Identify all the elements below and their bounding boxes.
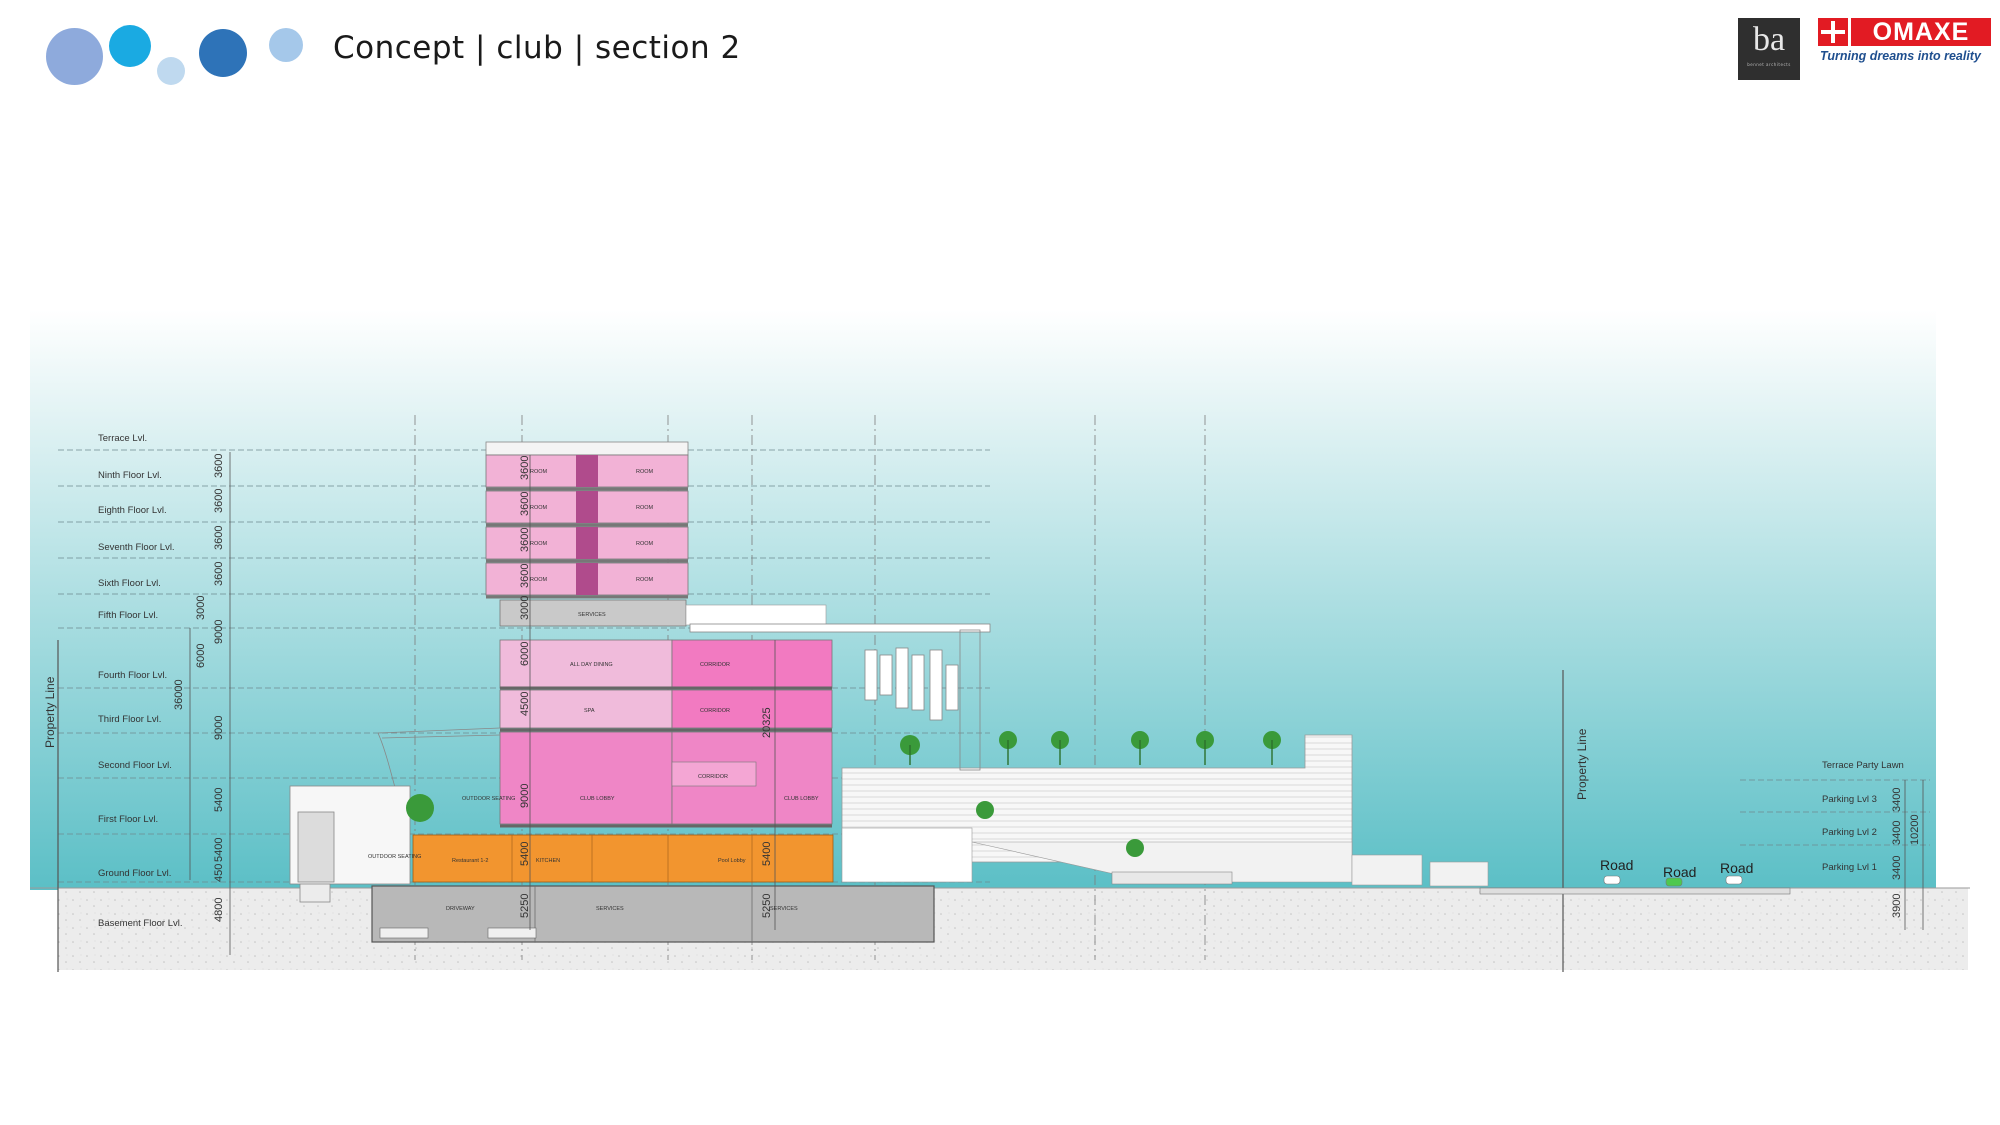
dimension-label: 3600 [519,564,531,588]
dimension-label: 450 [213,864,225,882]
room-label: ROOM [530,505,548,511]
right-level-label: Terrace Party Lawn [1822,760,1904,771]
room-label: ROOM [530,469,548,475]
level-label: Fifth Floor Lvl. [98,610,158,621]
right-level-label: Parking Lvl 1 [1822,862,1877,873]
dimension-label: 36000 [173,679,185,710]
road-label: Road [1663,864,1696,880]
level-label: Terrace Lvl. [98,433,147,444]
dimension-label: 4500 [519,692,531,716]
dimension-label: 5400 [519,842,531,866]
basement [371,885,935,943]
room-label: Restaurant 1-2 [452,858,488,864]
level-label: Ninth Floor Lvl. [98,470,162,481]
dimension-label: 5250 [519,894,531,918]
dimension-label: 3600 [519,456,531,480]
room-label: KITCHEN [536,858,560,864]
dimension-label: 5400 [213,838,225,862]
dimension-label: 4800 [213,898,225,922]
dimension-label: 3900 [1891,894,1903,918]
property-line-label: Property Line [43,676,57,748]
dimension-label: 3600 [213,562,225,586]
room-label: SERVICES [596,906,624,912]
dimension-label: 3400 [1891,821,1903,845]
room-label: OUTDOOR SEATING [368,854,421,860]
dimension-label: 5400 [761,842,773,866]
right-level-label: Parking Lvl 3 [1822,794,1877,805]
room-label: ROOM [636,505,654,511]
level-label: Fourth Floor Lvl. [98,670,167,681]
level-label: Eighth Floor Lvl. [98,505,167,516]
dimension-label: 3000 [519,596,531,620]
room-label: SPA [584,708,595,714]
room-label: ROOM [530,577,548,583]
room-label: OUTDOOR SEATING [462,796,515,802]
tower-room-floors [485,441,689,599]
level-label: Third Floor Lvl. [98,714,161,725]
road-label: Road [1720,860,1753,876]
dimension-label: 3600 [213,526,225,550]
room-label: Pool Lobby [718,858,746,864]
dimension-label: 3600 [213,489,225,513]
level-label: First Floor Lvl. [98,814,158,825]
room-label: DRIVEWAY [446,906,475,912]
room-label: CLUB LOBBY [784,796,819,802]
level-label: Second Floor Lvl. [98,760,172,771]
room-label: SERVICES [770,906,798,912]
dimension-label: 20325 [761,707,773,738]
room-label: CORRIDOR [700,662,730,668]
room-label: ALL DAY DINING [570,662,613,668]
right-level-label: Parking Lvl 2 [1822,827,1877,838]
section-drawing: Terrace Lvl. Ninth Floor Lvl. Eighth Floor… [30,310,1970,972]
dimension-label: 9000 [213,620,225,644]
road-label: Road [1600,857,1633,873]
dimension-label: 9000 [213,716,225,740]
room-label: ROOM [636,577,654,583]
level-label: Ground Floor Lvl. [98,868,171,879]
dimension-label: 5400 [213,788,225,812]
level-label: Sixth Floor Lvl. [98,578,161,589]
dimension-label: 6000 [195,644,207,668]
dimension-label: 9000 [519,784,531,808]
room-label: CORRIDOR [700,708,730,714]
dimension-label: 3600 [213,454,225,478]
ground-hatch [58,888,1968,970]
room-label: SERVICES [578,612,606,618]
dimension-label: 3400 [1891,856,1903,880]
level-label: Basement Floor Lvl. [98,918,182,929]
dimension-label: 3400 [1891,788,1903,812]
dimension-label: 6000 [519,642,531,666]
room-label: CORRIDOR [698,774,728,780]
level-label: Seventh Floor Lvl. [98,542,175,553]
dimension-label: 3600 [519,492,531,516]
dimension-label: 3600 [519,528,531,552]
room-label: CLUB LOBBY [580,796,615,802]
property-line-label: Property Line [1575,728,1589,800]
dimension-label: 10200 [1909,814,1921,845]
dimension-label: 3000 [195,596,207,620]
room-label: ROOM [530,541,548,547]
room-label: ROOM [636,469,654,475]
room-label: ROOM [636,541,654,547]
